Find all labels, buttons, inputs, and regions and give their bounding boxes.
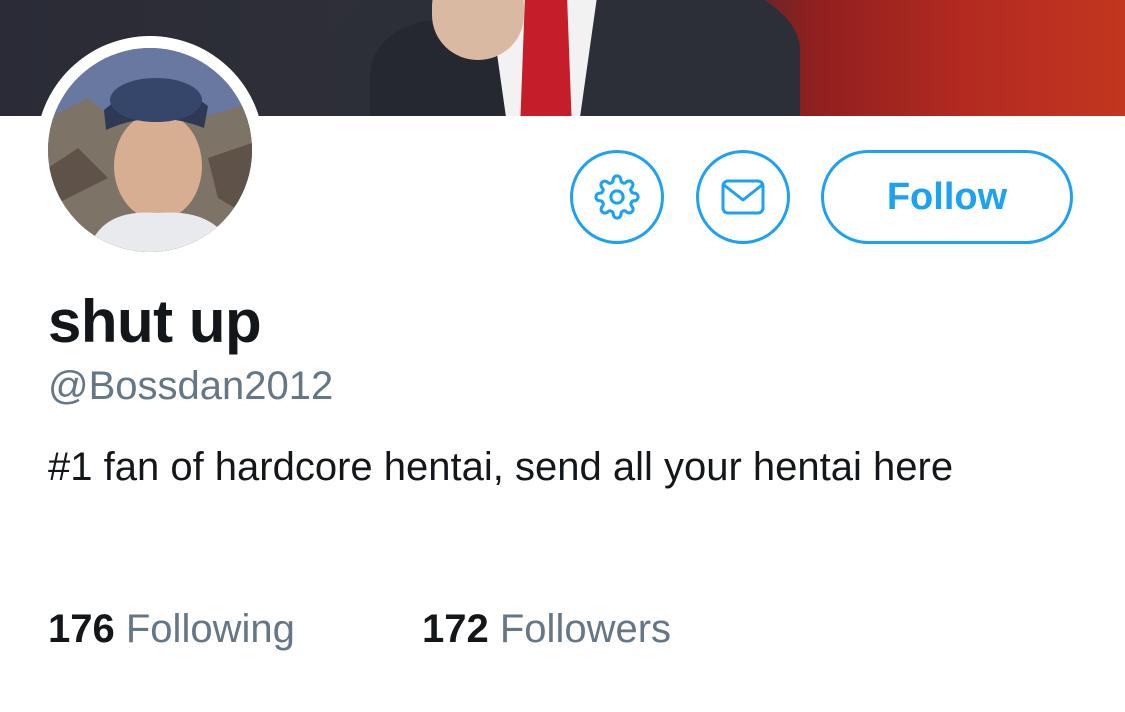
followers-label: Followers bbox=[499, 607, 672, 651]
followers-stat[interactable]: 172 Followers bbox=[422, 604, 671, 654]
following-count: 176 bbox=[48, 607, 115, 651]
message-button[interactable] bbox=[696, 150, 790, 244]
gear-icon bbox=[594, 174, 640, 220]
follow-button[interactable]: Follow bbox=[821, 150, 1073, 244]
following-label: Following bbox=[125, 607, 295, 651]
profile-bio: #1 fan of hardcore hentai, send all your… bbox=[48, 445, 954, 489]
settings-button[interactable] bbox=[570, 150, 664, 244]
envelope-icon bbox=[721, 179, 765, 215]
followers-count: 172 bbox=[422, 607, 489, 651]
display-name: shut up bbox=[48, 288, 262, 355]
following-stat[interactable]: 176 Following bbox=[48, 604, 295, 654]
avatar[interactable] bbox=[48, 48, 252, 252]
username-handle: @Bossdan2012 bbox=[48, 364, 334, 408]
